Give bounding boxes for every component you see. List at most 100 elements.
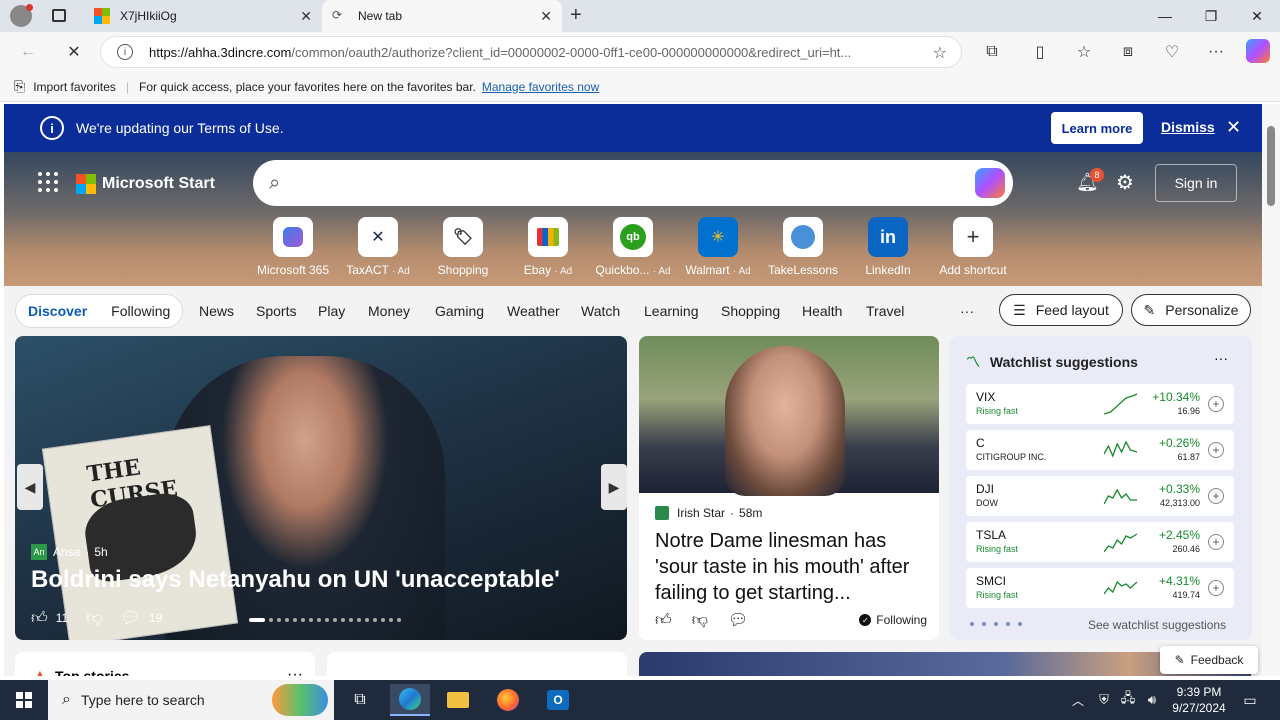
add-to-watchlist-icon[interactable]: +	[1208, 534, 1224, 550]
tab-actions-icon[interactable]	[52, 9, 66, 22]
tab-following[interactable]: Following	[99, 303, 182, 319]
firefox-icon[interactable]	[488, 684, 528, 716]
second-story-title[interactable]: Notre Dame linesman has 'sour taste in h…	[655, 528, 927, 606]
tab-new-tab[interactable]: ⟳ New tab ✕	[322, 0, 562, 32]
web-search-input[interactable]: ⌕	[253, 160, 1013, 206]
import-favorites-button[interactable]: Import favorites	[33, 80, 116, 94]
restore-icon[interactable]: ❐	[1188, 0, 1234, 32]
close-window-icon[interactable]: ✕	[1234, 0, 1280, 32]
file-explorer-icon[interactable]	[438, 684, 478, 716]
shortcut-walmart[interactable]: ✳ Walmart · Ad	[678, 217, 758, 277]
shortcut-add[interactable]: + Add shortcut	[933, 217, 1013, 277]
watchlist-row[interactable]: C CITIGROUP INC. +0.26% 61.87 +	[966, 430, 1234, 470]
split-screen-icon[interactable]: ▯	[1028, 40, 1052, 64]
see-watchlist-link[interactable]: See watchlist suggestions	[1088, 618, 1226, 632]
back-icon[interactable]: ←	[16, 40, 40, 64]
personalize-button[interactable]: ✎ Personalize	[1131, 294, 1251, 326]
category-shopping[interactable]: Shopping	[721, 303, 780, 319]
shortcut-quickbooks[interactable]: qb Quickbo... · Ad	[593, 217, 673, 277]
shortcut-linkedin[interactable]: in LinkedIn	[848, 217, 928, 277]
stop-icon[interactable]: ✕	[62, 40, 86, 64]
category-play[interactable]: Play	[318, 303, 345, 319]
outlook-icon[interactable]: O	[538, 684, 578, 716]
add-to-watchlist-icon[interactable]: +	[1208, 488, 1224, 504]
favorites-icon[interactable]: ☆	[1072, 40, 1096, 64]
dislike-icon[interactable]: 👎︎	[86, 609, 102, 628]
feed-layout-button[interactable]: ☰ Feed layout	[999, 294, 1123, 326]
more-categories-icon[interactable]: ···	[960, 303, 974, 319]
close-tab-icon[interactable]: ✕	[540, 8, 552, 25]
taskbar-clock[interactable]: 9:39 PM 9/27/2024	[1168, 684, 1230, 716]
watchlist-row[interactable]: SMCI Rising fast +4.31% 419.74 +	[966, 568, 1234, 608]
story-card-peek[interactable]	[327, 652, 627, 676]
app-launcher-icon[interactable]	[38, 172, 58, 192]
shortcut-microsoft-365[interactable]: Microsoft 365	[253, 217, 333, 277]
learn-more-button[interactable]: Learn more	[1051, 112, 1143, 144]
close-tab-icon[interactable]: ✕	[300, 8, 312, 25]
collections-icon[interactable]: ⧈	[1116, 40, 1140, 64]
task-view-icon[interactable]: ⧉	[340, 684, 380, 716]
comment-icon[interactable]: 💬︎	[728, 610, 748, 630]
tab-x7jhikiiog[interactable]: X7jHIkiiOg ✕	[84, 0, 322, 32]
add-to-watchlist-icon[interactable]: +	[1208, 580, 1224, 596]
dismiss-link[interactable]: Dismiss	[1161, 119, 1215, 135]
category-news[interactable]: News	[199, 303, 234, 319]
category-watch[interactable]: Watch	[581, 303, 620, 319]
watchlist-row[interactable]: DJI DOW +0.33% 42,313.00 +	[966, 476, 1234, 516]
top-stories-more-icon[interactable]: ···	[287, 666, 303, 676]
scrollbar-thumb[interactable]	[1267, 126, 1275, 206]
shortcut-taxact[interactable]: ✕ TaxACT · Ad	[338, 217, 418, 277]
extensions-icon[interactable]: ⧉	[980, 40, 1004, 64]
like-icon[interactable]: 👍︎	[31, 609, 48, 628]
performance-icon[interactable]: ♡	[1160, 40, 1184, 64]
copilot-icon[interactable]	[1246, 39, 1270, 63]
story-source[interactable]: Irish Star · 58m	[655, 506, 762, 520]
story-source[interactable]: An Ansa · 5h	[31, 544, 108, 560]
volume-icon[interactable]: 🔊︎	[1132, 684, 1172, 716]
import-favorites-icon[interactable]: ⎘	[14, 78, 25, 95]
minimize-icon[interactable]: —	[1142, 0, 1188, 32]
watchlist-row[interactable]: TSLA Rising fast +2.45% 260.46 +	[966, 522, 1234, 562]
comment-icon[interactable]: 💬︎	[120, 608, 140, 628]
start-button[interactable]	[0, 680, 48, 720]
brand-logo[interactable]: Microsoft Start	[76, 174, 215, 194]
category-sports[interactable]: Sports	[256, 303, 296, 319]
carousel-next-icon[interactable]: ▶	[601, 464, 627, 510]
following-badge[interactable]: ✓ Following	[859, 613, 927, 627]
more-menu-icon[interactable]: ···	[1204, 40, 1228, 64]
category-weather[interactable]: Weather	[507, 303, 560, 319]
shortcut-ebay[interactable]: Ebay · Ad	[508, 217, 588, 277]
edge-taskbar-icon[interactable]	[390, 684, 430, 716]
add-to-watchlist-icon[interactable]: +	[1208, 396, 1224, 412]
category-money[interactable]: Money	[368, 303, 410, 319]
notifications-center-icon[interactable]: ▭	[1230, 684, 1270, 716]
category-health[interactable]: Health	[802, 303, 842, 319]
shortcut-shopping[interactable]: 🏷︎ Shopping	[423, 217, 503, 277]
like-icon[interactable]: 👍︎	[655, 611, 672, 630]
feedback-button[interactable]: ✎ Feedback	[1160, 646, 1258, 674]
settings-gear-icon[interactable]: ⚙	[1116, 170, 1134, 195]
copilot-search-icon[interactable]	[975, 168, 1005, 198]
sign-in-button[interactable]: Sign in	[1155, 164, 1237, 202]
carousel-prev-icon[interactable]: ◀	[17, 464, 43, 510]
add-to-watchlist-icon[interactable]: +	[1208, 442, 1224, 458]
category-travel[interactable]: Travel	[866, 303, 904, 319]
page-scrollbar[interactable]	[1262, 104, 1280, 676]
tab-discover[interactable]: Discover	[16, 303, 99, 319]
dislike-icon[interactable]: 👎︎	[692, 611, 708, 630]
shortcut-takelessons[interactable]: TakeLessons	[763, 217, 843, 277]
watchlist-row[interactable]: VIX Rising fast +10.34% 16.96 +	[966, 384, 1234, 424]
manage-favorites-link[interactable]: Manage favorites now	[482, 80, 599, 94]
main-story-title[interactable]: Boldrini says Netanyahu on UN 'unaccepta…	[31, 566, 560, 594]
taskbar-search-input[interactable]: ⌕ Type here to search	[48, 680, 334, 720]
address-bar[interactable]: i https://ahha.3dincre.com/common/oauth2…	[100, 36, 962, 68]
favorite-star-icon[interactable]: ☆	[933, 43, 947, 63]
close-banner-icon[interactable]: ✕	[1226, 117, 1241, 138]
category-gaming[interactable]: Gaming	[435, 303, 484, 319]
category-learning[interactable]: Learning	[644, 303, 699, 319]
new-tab-icon[interactable]: +	[570, 4, 582, 27]
second-story-card[interactable]: Irish Star · 58m Notre Dame linesman has…	[639, 336, 939, 640]
main-story-card[interactable]: THE CURSE ◀ ▶ An Ansa · 5h Boldrini says…	[15, 336, 627, 640]
watchlist-more-icon[interactable]: ···	[1214, 350, 1228, 366]
site-info-icon[interactable]: i	[117, 44, 133, 60]
